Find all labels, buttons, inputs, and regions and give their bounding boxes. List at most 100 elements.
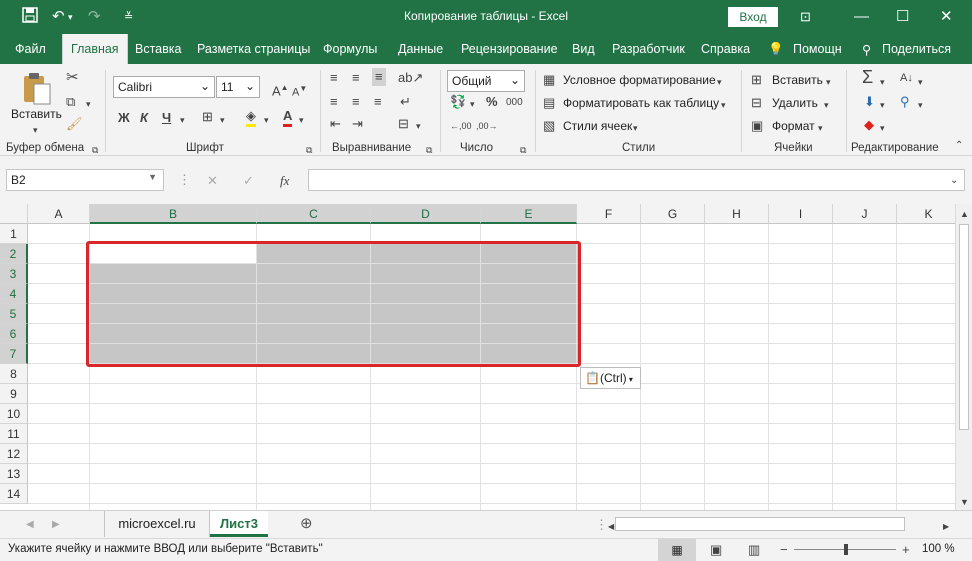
save-icon[interactable] bbox=[22, 7, 38, 29]
column-header[interactable]: A bbox=[28, 204, 90, 224]
paste-button-label[interactable]: Вставить bbox=[11, 107, 62, 121]
chevron-down-icon[interactable]: ▾ bbox=[826, 74, 831, 90]
insert-cells-button[interactable]: Вставить bbox=[772, 73, 823, 87]
find-dropdown-icon[interactable]: ▾ bbox=[918, 97, 923, 113]
font-size-select[interactable]: 11 ⌄ bbox=[216, 76, 260, 98]
chevron-down-icon[interactable]: ▾ bbox=[721, 97, 726, 113]
select-all-corner[interactable] bbox=[0, 204, 28, 224]
merge-dropdown-icon[interactable]: ▾ bbox=[416, 118, 421, 134]
decrease-decimal-icon[interactable]: ,00→ bbox=[476, 118, 498, 134]
align-top-icon[interactable]: ≡ bbox=[330, 70, 338, 86]
column-header[interactable]: B bbox=[90, 204, 257, 224]
format-cells-button[interactable]: Формат bbox=[772, 119, 815, 133]
worksheet-grid[interactable]: ABCDEFGHIJK 1 2 3 4 5 6 7 8 9 10 11 12 13 14 📋(Ctrl) … bbox=[0, 204, 955, 510]
increase-decimal-icon[interactable]: ←,00 bbox=[450, 118, 472, 134]
format-cells-icon[interactable]: ▣ bbox=[751, 118, 763, 134]
font-name-select[interactable]: Calibri ⌄ bbox=[113, 76, 215, 98]
cut-icon[interactable]: ✂ bbox=[66, 70, 79, 86]
tab-view[interactable]: Вид bbox=[572, 42, 595, 56]
page-break-view-icon[interactable]: ▥ bbox=[748, 542, 760, 558]
zoom-out-icon[interactable]: − bbox=[780, 542, 788, 558]
row-header[interactable]: 8 bbox=[0, 364, 28, 384]
row-header[interactable]: 2 bbox=[0, 244, 28, 264]
row-header[interactable]: 12 bbox=[0, 444, 28, 464]
borders-dropdown-icon[interactable]: ▾ bbox=[220, 112, 225, 128]
align-bottom-icon[interactable]: ≡ bbox=[372, 68, 386, 86]
page-layout-view-icon[interactable]: ▣ bbox=[710, 542, 722, 558]
undo-icon[interactable]: ↶ bbox=[52, 7, 65, 27]
borders-icon[interactable]: ⊞ bbox=[202, 109, 213, 125]
paste-options-button[interactable]: 📋(Ctrl) ▾ bbox=[580, 367, 641, 389]
share-button[interactable]: Поделиться bbox=[882, 42, 951, 56]
align-center-icon[interactable]: ≡ bbox=[352, 94, 360, 110]
tab-review[interactable]: Рецензирование bbox=[461, 42, 558, 56]
column-header[interactable]: E bbox=[481, 204, 577, 224]
row-header[interactable]: 13 bbox=[0, 464, 28, 484]
column-header[interactable]: K bbox=[897, 204, 955, 224]
column-header[interactable]: H bbox=[705, 204, 769, 224]
row-header[interactable]: 4 bbox=[0, 284, 28, 304]
zoom-thumb[interactable] bbox=[844, 544, 848, 555]
autosum-icon[interactable]: Σ bbox=[862, 68, 873, 86]
delete-cells-button[interactable]: Удалить bbox=[772, 96, 818, 110]
minimize-icon[interactable]: — bbox=[854, 7, 869, 27]
align-right-icon[interactable]: ≡ bbox=[374, 94, 382, 110]
find-select-icon[interactable]: ⚲ bbox=[900, 94, 910, 110]
scroll-thumb[interactable] bbox=[959, 224, 969, 430]
enter-icon[interactable]: ✓ bbox=[243, 173, 254, 189]
fill-color-icon[interactable]: ◈ bbox=[246, 108, 256, 127]
fill-dropdown-icon[interactable]: ▾ bbox=[880, 97, 885, 113]
tab-file[interactable]: Файл bbox=[15, 42, 46, 56]
bold-button[interactable]: Ж bbox=[118, 110, 130, 126]
cell-styles-icon[interactable]: ▧ bbox=[543, 118, 555, 134]
sheet-tab[interactable]: microexcel.ru bbox=[104, 511, 210, 537]
conditional-formatting-icon[interactable]: ▦ bbox=[543, 72, 555, 88]
redo-icon[interactable]: ↷ bbox=[88, 7, 101, 27]
undo-dropdown-icon[interactable]: ▾ bbox=[68, 7, 73, 27]
insert-function-button[interactable]: fx bbox=[280, 173, 289, 189]
collapse-ribbon-icon[interactable]: ⌃ bbox=[955, 138, 963, 154]
number-format-select[interactable]: Общий ⌄ bbox=[447, 70, 525, 92]
decrease-font-icon[interactable]: A▼ bbox=[292, 81, 307, 101]
increase-indent-icon[interactable]: ⇥ bbox=[352, 116, 363, 132]
zoom-in-icon[interactable]: + bbox=[902, 542, 910, 558]
expand-formula-bar-icon[interactable]: ⌄ bbox=[950, 173, 958, 189]
font-color-dropdown-icon[interactable]: ▾ bbox=[299, 112, 304, 128]
underline-dropdown-icon[interactable]: ▾ bbox=[180, 112, 185, 128]
normal-view-button[interactable]: ▦ bbox=[658, 539, 696, 561]
scroll-left-icon[interactable]: ◀ bbox=[608, 519, 614, 535]
format-as-table-button[interactable]: Форматировать как таблицу bbox=[563, 96, 719, 110]
fill-icon[interactable]: ⬇ bbox=[864, 94, 875, 110]
tab-data[interactable]: Данные bbox=[398, 42, 443, 56]
format-painter-icon[interactable]: 🖌 bbox=[66, 116, 83, 132]
scroll-sheets-right-icon[interactable]: ▶ bbox=[52, 517, 60, 533]
decrease-indent-icon[interactable]: ⇤ bbox=[330, 116, 341, 132]
column-header[interactable]: F bbox=[577, 204, 641, 224]
align-left-icon[interactable]: ≡ bbox=[330, 94, 338, 110]
tab-home[interactable]: Главная bbox=[62, 34, 128, 65]
column-header[interactable]: I bbox=[769, 204, 833, 224]
tab-insert[interactable]: Вставка bbox=[135, 42, 181, 56]
paste-icon[interactable] bbox=[22, 72, 52, 106]
currency-dropdown-icon[interactable]: ▾ bbox=[470, 96, 475, 112]
name-box[interactable]: B2 ▼ bbox=[6, 169, 164, 191]
chevron-down-icon[interactable]: ▾ bbox=[717, 74, 722, 90]
chevron-down-icon[interactable]: ▾ bbox=[818, 120, 823, 136]
login-button[interactable]: Вход bbox=[728, 7, 778, 27]
column-header[interactable]: J bbox=[833, 204, 897, 224]
sort-filter-icon[interactable]: A↓ bbox=[900, 70, 913, 86]
autosum-dropdown-icon[interactable]: ▾ bbox=[880, 74, 885, 90]
chevron-down-icon[interactable]: ▾ bbox=[633, 120, 638, 136]
horizontal-scrollbar[interactable] bbox=[615, 517, 905, 531]
column-header[interactable]: C bbox=[257, 204, 371, 224]
clear-icon[interactable]: ◆ bbox=[864, 117, 874, 133]
row-header[interactable]: 1 bbox=[0, 224, 28, 244]
close-icon[interactable]: ✕ bbox=[940, 7, 953, 27]
row-header[interactable]: 10 bbox=[0, 404, 28, 424]
cancel-icon[interactable]: ✕ bbox=[207, 173, 218, 189]
underline-button[interactable]: Ч bbox=[162, 110, 171, 126]
row-header[interactable]: 14 bbox=[0, 484, 28, 504]
ribbon-display-options-icon[interactable]: ⊡ bbox=[800, 7, 811, 27]
insert-cells-icon[interactable]: ⊞ bbox=[751, 72, 762, 88]
row-header[interactable]: 3 bbox=[0, 264, 28, 284]
